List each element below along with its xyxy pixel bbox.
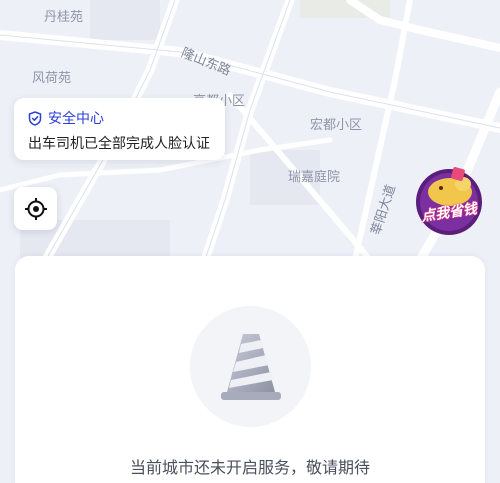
safety-center-card[interactable]: 安全中心 出车司机已全部完成人脸认证: [14, 98, 225, 160]
map-label-fengheyuan: 风荷苑: [32, 71, 72, 86]
map-label-hongdu: 宏都小区: [310, 118, 363, 133]
service-unavailable-panel: 当前城市还未开启服务，敬请期待: [15, 256, 485, 483]
service-unavailable-message: 当前城市还未开启服务，敬请期待: [129, 458, 370, 477]
safety-center-title: 安全中心: [48, 111, 104, 127]
traffic-cone-icon-container: [190, 306, 311, 427]
traffic-cone-icon: [220, 333, 281, 400]
map-label-danguiyuan: 丹桂苑: [44, 10, 84, 25]
safety-center-subtitle: 出车司机已全部完成人脸认证: [28, 136, 210, 152]
locate-button[interactable]: [14, 187, 57, 230]
promo-badge[interactable]: 点我省钱: [408, 162, 490, 236]
safety-center-header: 安全中心: [28, 108, 104, 128]
shield-check-icon: [28, 110, 42, 126]
map-label-ruijia: 瑞嘉庭院: [288, 170, 341, 185]
locate-crosshair-icon: [24, 197, 47, 220]
